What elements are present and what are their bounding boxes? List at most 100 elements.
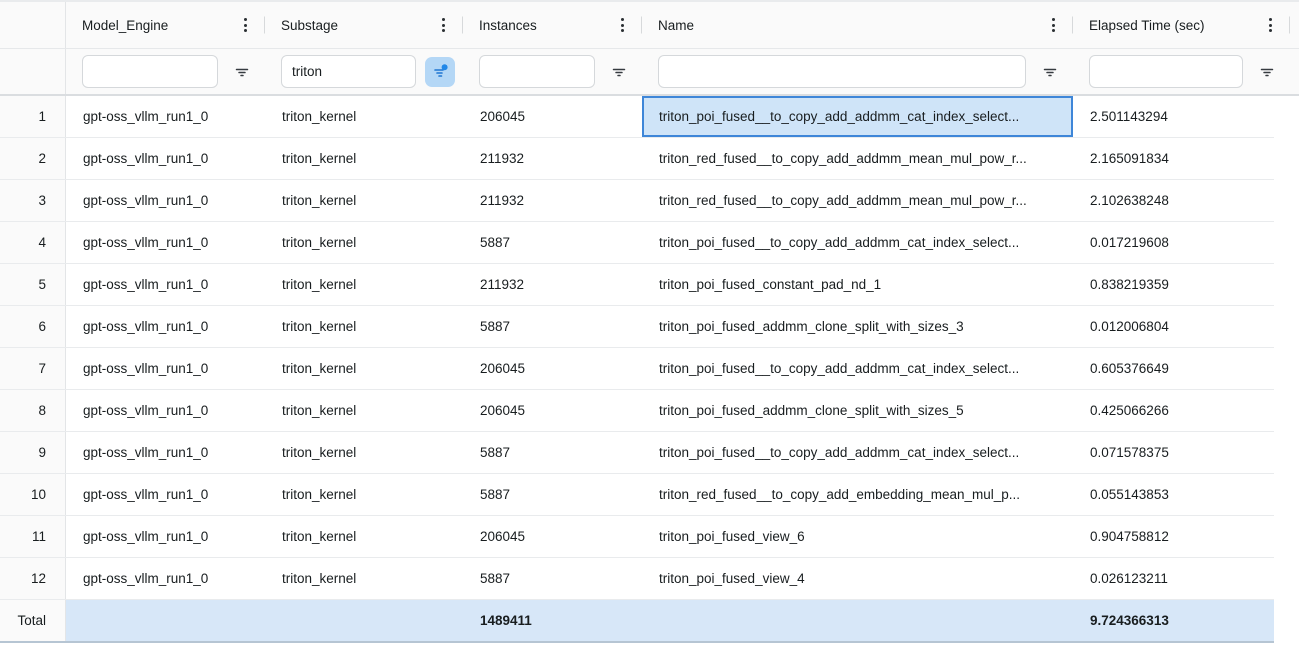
column-menu-icon[interactable] <box>1265 12 1276 38</box>
cell-substage[interactable]: triton_kernel <box>265 96 463 137</box>
cell-elapsed[interactable]: 0.605376649 <box>1073 348 1274 389</box>
filter-input-model-engine[interactable] <box>82 55 218 88</box>
cell-instances[interactable]: 5887 <box>463 306 642 347</box>
cell-model-engine[interactable]: gpt-oss_vllm_run1_0 <box>66 180 265 221</box>
cell-elapsed[interactable]: 0.012006804 <box>1073 306 1274 347</box>
cell-name[interactable]: triton_poi_fused__to_copy_add_addmm_cat_… <box>642 222 1073 263</box>
filter-cell-elapsed-time <box>1073 49 1290 94</box>
cell-name[interactable]: triton_poi_fused__to_copy_add_addmm_cat_… <box>642 96 1073 137</box>
cell-instances[interactable]: 5887 <box>463 474 642 515</box>
filter-cell-name <box>642 49 1073 94</box>
cell-model-engine[interactable]: gpt-oss_vllm_run1_0 <box>66 432 265 473</box>
cell-name[interactable]: triton_poi_fused_addmm_clone_split_with_… <box>642 390 1073 431</box>
cell-instances[interactable]: 5887 <box>463 222 642 263</box>
cell-model-engine[interactable]: gpt-oss_vllm_run1_0 <box>66 222 265 263</box>
cell-substage[interactable]: triton_kernel <box>265 222 463 263</box>
cell-model-engine[interactable]: gpt-oss_vllm_run1_0 <box>66 558 265 599</box>
cell-substage[interactable]: triton_kernel <box>265 432 463 473</box>
cell-name[interactable]: triton_red_fused__to_copy_add_addmm_mean… <box>642 138 1073 179</box>
cell-instances[interactable]: 206045 <box>463 96 642 137</box>
cell-substage[interactable]: triton_kernel <box>265 348 463 389</box>
total-elapsed-value: 9.724366313 <box>1073 600 1274 641</box>
cell-instances[interactable]: 211932 <box>463 264 642 305</box>
row-number: 10 <box>0 474 66 515</box>
column-menu-icon[interactable] <box>1048 12 1059 38</box>
cell-elapsed[interactable]: 2.501143294 <box>1073 96 1274 137</box>
cell-model-engine[interactable]: gpt-oss_vllm_run1_0 <box>66 264 265 305</box>
filter-button-model-engine[interactable] <box>227 57 257 87</box>
cell-name[interactable]: triton_poi_fused__to_copy_add_addmm_cat_… <box>642 348 1073 389</box>
cell-model-engine[interactable]: gpt-oss_vllm_run1_0 <box>66 138 265 179</box>
column-menu-icon[interactable] <box>438 12 449 38</box>
cell-model-engine[interactable]: gpt-oss_vllm_run1_0 <box>66 306 265 347</box>
filter-button-instances[interactable] <box>604 57 634 87</box>
cell-substage[interactable]: triton_kernel <box>265 138 463 179</box>
column-menu-icon[interactable] <box>617 12 628 38</box>
column-label: Substage <box>281 18 438 33</box>
filter-icon <box>233 63 251 81</box>
cell-elapsed[interactable]: 0.017219608 <box>1073 222 1274 263</box>
cell-name[interactable]: triton_poi_fused_view_4 <box>642 558 1073 599</box>
cell-model-engine[interactable]: gpt-oss_vllm_run1_0 <box>66 96 265 137</box>
filter-input-elapsed-time[interactable] <box>1089 55 1243 88</box>
cell-model-engine[interactable]: gpt-oss_vllm_run1_0 <box>66 390 265 431</box>
column-menu-icon[interactable] <box>240 12 251 38</box>
table-row: 1 gpt-oss_vllm_run1_0 triton_kernel 2060… <box>0 96 1274 138</box>
table-row: 8 gpt-oss_vllm_run1_0 triton_kernel 2060… <box>0 390 1274 432</box>
column-header-row: Model_Engine Substage Instances Name Ela… <box>0 2 1299 49</box>
column-header-name[interactable]: Name <box>642 2 1073 48</box>
column-header-substage[interactable]: Substage <box>265 2 463 48</box>
filter-button-name[interactable] <box>1035 57 1065 87</box>
cell-elapsed[interactable]: 0.838219359 <box>1073 264 1274 305</box>
grid-body: 1 gpt-oss_vllm_run1_0 triton_kernel 2060… <box>0 96 1299 600</box>
cell-substage[interactable]: triton_kernel <box>265 390 463 431</box>
cell-elapsed[interactable]: 0.071578375 <box>1073 432 1274 473</box>
cell-name[interactable]: triton_poi_fused_constant_pad_nd_1 <box>642 264 1073 305</box>
cell-name[interactable]: triton_red_fused__to_copy_add_embedding_… <box>642 474 1073 515</box>
filter-cell-instances <box>463 49 642 94</box>
cell-elapsed[interactable]: 0.425066266 <box>1073 390 1274 431</box>
column-header-instances[interactable]: Instances <box>463 2 642 48</box>
cell-elapsed[interactable]: 0.904758812 <box>1073 516 1274 557</box>
cell-elapsed[interactable]: 2.165091834 <box>1073 138 1274 179</box>
total-model-engine-cell <box>66 600 265 641</box>
cell-instances[interactable]: 211932 <box>463 138 642 179</box>
table-row: 9 gpt-oss_vllm_run1_0 triton_kernel 5887… <box>0 432 1274 474</box>
cell-substage[interactable]: triton_kernel <box>265 180 463 221</box>
cell-name[interactable]: triton_poi_fused_view_6 <box>642 516 1073 557</box>
filter-input-name[interactable] <box>658 55 1026 88</box>
cell-instances[interactable]: 206045 <box>463 348 642 389</box>
cell-instances[interactable]: 206045 <box>463 390 642 431</box>
cell-substage[interactable]: triton_kernel <box>265 474 463 515</box>
cell-elapsed[interactable]: 0.026123211 <box>1073 558 1274 599</box>
cell-name[interactable]: triton_red_fused__to_copy_add_addmm_mean… <box>642 180 1073 221</box>
column-label: Instances <box>479 18 617 33</box>
filter-button-elapsed-time[interactable] <box>1252 57 1282 87</box>
cell-instances[interactable]: 5887 <box>463 558 642 599</box>
cell-model-engine[interactable]: gpt-oss_vllm_run1_0 <box>66 348 265 389</box>
cell-instances[interactable]: 211932 <box>463 180 642 221</box>
cell-elapsed[interactable]: 0.055143853 <box>1073 474 1274 515</box>
cell-model-engine[interactable]: gpt-oss_vllm_run1_0 <box>66 474 265 515</box>
filter-input-substage[interactable] <box>281 55 416 88</box>
cell-model-engine[interactable]: gpt-oss_vllm_run1_0 <box>66 516 265 557</box>
cell-substage[interactable]: triton_kernel <box>265 558 463 599</box>
cell-substage[interactable]: triton_kernel <box>265 264 463 305</box>
table-row: 12 gpt-oss_vllm_run1_0 triton_kernel 588… <box>0 558 1274 600</box>
cell-instances[interactable]: 206045 <box>463 516 642 557</box>
filter-icon <box>1041 63 1059 81</box>
column-header-model-engine[interactable]: Model_Engine <box>66 2 265 48</box>
cell-instances[interactable]: 5887 <box>463 432 642 473</box>
cell-name[interactable]: triton_poi_fused__to_copy_add_addmm_cat_… <box>642 432 1073 473</box>
data-grid: Model_Engine Substage Instances Name Ela… <box>0 0 1299 663</box>
filter-button-substage-active[interactable] <box>425 57 455 87</box>
column-header-elapsed-time[interactable]: Elapsed Time (sec) <box>1073 2 1290 48</box>
cell-substage[interactable]: triton_kernel <box>265 516 463 557</box>
cell-name[interactable]: triton_poi_fused_addmm_clone_split_with_… <box>642 306 1073 347</box>
row-number-filter-spacer <box>0 49 66 94</box>
cell-elapsed[interactable]: 2.102638248 <box>1073 180 1274 221</box>
filter-active-icon <box>429 61 451 83</box>
row-number: 7 <box>0 348 66 389</box>
filter-input-instances[interactable] <box>479 55 595 88</box>
cell-substage[interactable]: triton_kernel <box>265 306 463 347</box>
